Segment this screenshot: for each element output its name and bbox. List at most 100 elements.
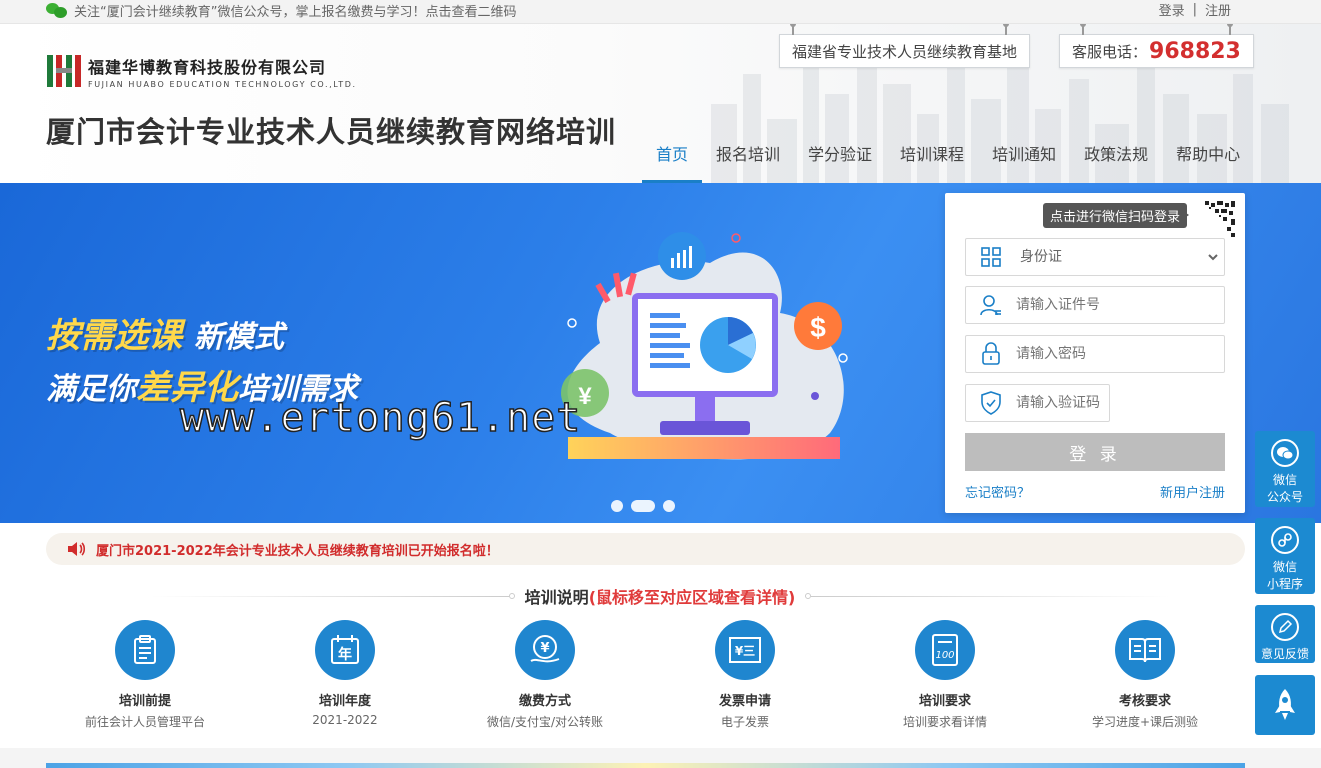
feature-training-requirement[interactable]: 100 培训要求 培训要求看详情 [845,620,1045,730]
side-wechat-official[interactable]: 微信 公众号 [1255,431,1315,507]
feature-name: 发票申请 [718,694,771,709]
wechat-icon [1271,439,1299,467]
main-nav: 首页 报名培训 学分验证 培训课程 培训通知 政策法规 帮助中心 [642,144,1254,183]
login-links: 忘记密码？ 新用户注册 [965,482,1225,501]
feature-desc: 学习进度+课后测验 [1091,715,1199,729]
pin-decoration [1226,24,1233,35]
mini-program-icon [1271,526,1299,554]
login-button[interactable]: 登 录 [965,433,1225,471]
section-title-text: 培训说明 [524,588,589,607]
carousel-dot-2[interactable] [631,500,655,512]
company-name-en: FUJIAN HUABO EDUCATION TECHNOLOGY CO.,LT… [88,79,357,89]
side-label: 意见反馈 [1260,647,1309,661]
slogan-highlight-1: 按需选课 [46,316,182,356]
service-phone: 968823 [1149,38,1241,64]
nav-item-policies[interactable]: 政策法规 [1070,144,1162,183]
service-phone-box: 客服电话： 968823 [1059,24,1254,68]
new-user-register-link[interactable]: 新用户注册 [1160,482,1225,501]
qr-code-icon[interactable] [1195,199,1237,241]
id-type-field: 身份证 [965,238,1225,276]
training-info-heading: 培训说明(鼠标移至对应区域查看详情) [150,583,1170,609]
feature-prerequisite[interactable]: 培训前提 前往会计人员管理平台 [45,620,245,730]
heading-divider-left [150,595,509,597]
feature-desc: 2021-2022 [312,713,378,727]
password-field [965,335,1225,373]
announcement-text[interactable]: 厦门市2021-2022年会计专业技术人员继续教育培训已开始报名啦！ [96,540,499,559]
score-glyph: 100 [935,650,954,661]
carousel-dot-3[interactable] [663,500,675,512]
feature-payment[interactable]: ¥ 缴费方式 微信/支付宝/对公转账 [445,620,645,730]
grid-icon [966,239,1016,275]
password-input[interactable] [1016,337,1216,371]
section-hint: (鼠标移至对应区域查看详情) [588,588,796,607]
nav-item-help[interactable]: 帮助中心 [1162,144,1254,183]
nav-item-notices[interactable]: 培训通知 [978,144,1070,183]
qr-login-tip[interactable]: 点击进行微信扫码登录 [1042,203,1190,228]
captcha-field [965,384,1110,422]
auth-separator: | [1192,1,1197,17]
feature-assessment[interactable]: 考核要求 学习进度+课后测验 [1045,620,1245,730]
company-name-cn: 福建华博教育科技股份有限公司 [88,57,327,77]
side-feedback[interactable]: 意见反馈 [1255,605,1315,663]
feature-training-year[interactable]: 年 培训年度 2021-2022 [245,620,445,730]
id-number-input[interactable] [1016,288,1216,322]
auth-links: 登录 | 注册 [1159,0,1231,19]
site-header: 福建华博教育科技股份有限公司 FUJIAN HUABO EDUCATION TE… [0,24,1321,183]
carousel-dot-1[interactable] [611,500,623,512]
top-bar: 关注“厦门会计继续教育”微信公众号，掌上报名缴费与学习！点击查看二维码 登录 |… [0,0,1321,24]
feature-name: 培训要求 [918,694,971,709]
login-panel: 点击进行微信扫码登录 身份证 登 录 [945,193,1245,513]
captcha-input[interactable] [1016,386,1106,420]
forgot-password-link[interactable]: 忘记密码？ [965,482,1030,501]
calendar-glyph: 年 [338,646,352,663]
register-link[interactable]: 注册 [1205,0,1231,19]
book-icon [1115,620,1175,680]
base-label: 福建省专业技术人员继续教育基地 [792,42,1018,61]
watermark-text: www.ertong61.net [179,394,582,442]
nav-item-credit-verify[interactable]: 学分验证 [794,144,886,183]
side-mini-program[interactable]: 微信 小程序 [1255,518,1315,594]
pin-decoration [1080,24,1086,35]
rocket-icon [1275,689,1295,720]
pin-decoration [1003,24,1010,35]
shield-icon [966,385,1016,421]
speaker-icon [68,542,86,556]
feature-invoice[interactable]: ¥三 发票申请 电子发票 [645,620,845,730]
feature-desc: 培训要求看详情 [902,715,987,729]
nav-item-enroll[interactable]: 报名培训 [702,144,794,183]
side-label: 小程序 [1266,577,1303,591]
feature-name: 缴费方式 [518,694,571,709]
payment-glyph: ¥ [540,641,549,656]
side-label: 微信 [1272,560,1297,574]
nav-item-courses[interactable]: 培训课程 [886,144,978,183]
svg-text:$: $ [810,312,826,343]
nav-item-home[interactable]: 首页 [642,144,703,183]
wechat-icon [46,2,68,18]
feature-name: 培训年度 [318,694,371,709]
feedback-icon [1271,613,1299,641]
section-title: 培训说明(鼠标移至对应区域查看详情) [515,584,806,608]
feature-desc: 电子发票 [720,715,769,729]
user-icon [966,287,1016,323]
payment-icon: ¥ [515,620,575,680]
feature-desc: 前往会计人员管理平台 [84,715,205,729]
login-link[interactable]: 登录 [1159,0,1185,19]
invoice-icon: ¥三 [715,620,775,680]
banner-illustration: $ ¥ [561,232,848,460]
carousel-dots [611,500,675,512]
service-label: 客服电话： [1072,42,1148,61]
id-type-select[interactable]: 身份证 [1016,240,1221,274]
lock-icon [966,336,1016,372]
slogan-rest-1: 新模式 [193,320,284,355]
announcement-bar: 厦门市2021-2022年会计专业技术人员继续教育培训已开始报名啦！ [46,533,1245,565]
huabo-logo-mark [47,55,81,87]
side-label: 微信 [1272,473,1297,487]
slogan-start-2: 满足你 [46,372,136,407]
feature-desc: 微信/支付宝/对公转账 [486,715,604,729]
company-logo[interactable]: 福建华博教育科技股份有限公司 FUJIAN HUABO EDUCATION TE… [46,53,357,89]
next-banner-strip [46,763,1245,768]
wechat-notice[interactable]: 关注“厦门会计继续教育”微信公众号，掌上报名缴费与学习！点击查看二维码 [46,0,516,20]
heading-divider-right [811,595,1170,597]
wechat-notice-text: 关注“厦门会计继续教育”微信公众号，掌上报名缴费与学习！点击查看二维码 [74,4,517,20]
side-back-to-top[interactable] [1255,675,1315,735]
